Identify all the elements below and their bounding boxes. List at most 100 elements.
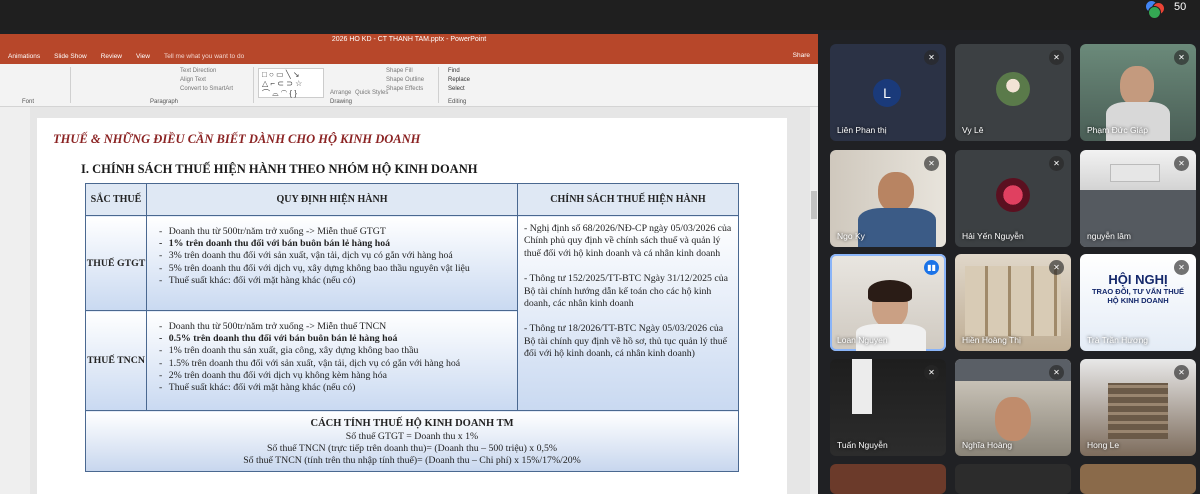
- slide-title: THUẾ & NHỮNG ĐIỀU CẦN BIẾT DÀNH CHO HỘ K…: [53, 132, 421, 146]
- participant-name: Liên Phan thị: [837, 125, 887, 135]
- participant-name: Trà Trần Hương: [1087, 335, 1149, 345]
- mic-off-icon: ✕: [924, 156, 939, 171]
- participant-tile[interactable]: ✕ Hong Le: [1080, 359, 1196, 456]
- shape-fill-button[interactable]: Shape Fill: [386, 68, 413, 74]
- tell-me-search[interactable]: Tell me what you want to do: [164, 53, 244, 60]
- list-item: 5% trên doanh thu đối với dịch vụ, xây d…: [159, 263, 513, 275]
- participant-tile[interactable]: [1080, 464, 1196, 494]
- list-item: 1.5% trên doanh thu đối với sản xuất, vậ…: [159, 358, 513, 370]
- shared-screen-powerpoint: 2026 HO KD - CT THANH TAM.pptx - PowerPo…: [0, 34, 818, 494]
- ribbon-group-paragraph: Paragraph: [150, 99, 179, 105]
- text-direction-button[interactable]: Text Direction: [180, 68, 216, 74]
- shape-effects-button[interactable]: Shape Effects: [386, 86, 423, 92]
- participant-name: Loan Nguyen: [837, 335, 888, 345]
- row-label-tncn: THUẾ TNCN: [85, 310, 147, 411]
- shapes-gallery[interactable]: □ ○ ▭ ╲ ↘ △ ⌐ ⊂ ⊃ ☆ ⌒ ⌓ ◠ { }: [258, 68, 324, 98]
- participant-name: Nghĩa Hoàng: [962, 440, 1013, 450]
- participant-name: nguyễn lâm: [1087, 231, 1131, 241]
- avatar: [1148, 6, 1161, 19]
- window-titlebar: 2026 HO KD - CT THANH TAM.pptx - PowerPo…: [0, 34, 818, 49]
- policy-item: Thông tư 152/2025/TT-BTC Ngày 31/12/2025…: [524, 273, 732, 310]
- ribbon-group-font: Font: [22, 99, 35, 105]
- ribbon-divider: [253, 67, 254, 103]
- participant-tile[interactable]: ✕ Nghĩa Hoàng: [955, 359, 1071, 456]
- list-item: 1% trên doanh thu đối với bán buôn bán l…: [159, 238, 513, 250]
- list-item: Thuế suất khác: đối với mặt hàng khác (n…: [159, 382, 513, 394]
- scrollbar-thumb[interactable]: [811, 191, 817, 219]
- participant-tile[interactable]: ✕ Phạm Đức Giáp: [1080, 44, 1196, 141]
- participant-name: Hiền Hoàng Thị: [962, 335, 1021, 345]
- quick-styles-button[interactable]: Quick Styles: [355, 90, 388, 96]
- avatar: [996, 72, 1030, 106]
- participant-name: Tuấn Nguyễn: [837, 440, 888, 450]
- tab-slide-show[interactable]: Slide Show: [54, 53, 87, 60]
- replace-button[interactable]: Replace: [448, 77, 470, 83]
- participant-tile[interactable]: [955, 464, 1071, 494]
- convert-smartart-button[interactable]: Convert to SmartArt: [180, 86, 233, 92]
- avatar: [996, 178, 1030, 212]
- participant-video: [1110, 164, 1160, 182]
- document-title: 2026 HO KD - CT THANH TAM.pptx - PowerPo…: [331, 36, 487, 43]
- align-text-button[interactable]: Align Text: [180, 77, 206, 83]
- participant-video: [1108, 383, 1168, 439]
- poster: HỘI NGHỊ TRAO ĐỔI, TƯ VẤN THUẾ HỘ KINH D…: [1086, 272, 1190, 305]
- participant-tile[interactable]: ✕ nguyễn lâm: [1080, 150, 1196, 247]
- participant-video: [1106, 102, 1170, 141]
- table-row: THUẾ GTGT Doanh thu từ 500tr/năm trở xuố…: [85, 215, 739, 411]
- ribbon-group-editing: Editing: [448, 99, 467, 105]
- slide-canvas[interactable]: THUẾ & NHỮNG ĐIỀU CẦN BIẾT DÀNH CHO HỘ K…: [37, 118, 787, 494]
- poster-title: HỘI NGHỊ: [1108, 272, 1168, 287]
- select-button[interactable]: Select: [448, 86, 465, 92]
- shape-outline-button[interactable]: Shape Outline: [386, 77, 424, 83]
- find-button[interactable]: Find: [448, 68, 460, 74]
- formula-line: Số thuế TNCN (trực tiếp trên doanh thu)=…: [266, 443, 558, 454]
- policy-item: Nghị định số 68/2026/NĐ-CP ngày 05/03/20…: [524, 223, 732, 260]
- meeting-top-bar: 50: [0, 0, 1200, 30]
- participant-tile[interactable]: L ✕ Liên Phan thị: [830, 44, 946, 141]
- formula-line: Số thuế TNCN (tính trên thu nhập tính th…: [243, 455, 581, 466]
- share-button[interactable]: Share: [793, 52, 810, 59]
- participant-video: [995, 397, 1031, 441]
- arrange-button[interactable]: Arrange: [330, 90, 351, 96]
- participant-tile-active-speaker[interactable]: ▮▮ Loan Nguyen: [830, 254, 946, 351]
- participant-tile[interactable]: HỘI NGHỊ TRAO ĐỔI, TƯ VẤN THUẾ HỘ KINH D…: [1080, 254, 1196, 351]
- list-item: 1% trên doanh thu sản xuất, gia công, xâ…: [159, 345, 513, 357]
- participant-tile[interactable]: ✕ Vy Lê: [955, 44, 1071, 141]
- policy-item: Thông tư 18/2026/TT-BTC Ngày 05/03/2026 …: [524, 323, 732, 360]
- speaking-indicator-icon: ▮▮: [924, 260, 939, 275]
- ribbon: Font Text Direction Align Text Convert t…: [0, 64, 818, 107]
- tax-policy-table: SẮC THUẾ QUY ĐỊNH HIỆN HÀNH CHÍNH SÁCH T…: [85, 183, 739, 472]
- ribbon-divider: [438, 67, 439, 103]
- list-item: Doanh thu từ 500tr/năm trở xuống -> Miễn…: [159, 226, 513, 238]
- participant-count: 50: [1174, 1, 1187, 13]
- tab-animations[interactable]: Animations: [8, 53, 40, 60]
- participant-name: Ngo Ky: [837, 231, 865, 241]
- mic-off-icon: ✕: [1049, 156, 1064, 171]
- table-header-row: SẮC THUẾ QUY ĐỊNH HIỆN HÀNH CHÍNH SÁCH T…: [85, 183, 739, 216]
- participant-tile[interactable]: ✕ Ngo Ky: [830, 150, 946, 247]
- formula-cell: CÁCH TÍNH THUẾ HỘ KINH DOANH TM Số thuế …: [85, 410, 739, 472]
- participant-name: Hong Le: [1087, 440, 1120, 450]
- participant-tile[interactable]: [830, 464, 946, 494]
- vertical-scrollbar[interactable]: [810, 107, 818, 494]
- mic-off-icon: ✕: [1174, 260, 1189, 275]
- ribbon-group-drawing: Drawing: [330, 99, 353, 105]
- gtgt-regulations: Doanh thu từ 500tr/năm trở xuống -> Miễn…: [146, 215, 518, 311]
- participant-tile[interactable]: ✕ Hải Yến Nguyễn: [955, 150, 1071, 247]
- avatar: L: [873, 79, 901, 107]
- participant-tile[interactable]: ✕ Hiền Hoàng Thị: [955, 254, 1071, 351]
- tab-review[interactable]: Review: [101, 53, 122, 60]
- tab-view[interactable]: View: [136, 53, 150, 60]
- participant-avatars[interactable]: [1145, 0, 1169, 19]
- participant-video: [1120, 66, 1154, 106]
- mic-off-icon: ✕: [924, 50, 939, 65]
- list-item: Thuế suất khác: đối với mặt hàng khác (n…: [159, 275, 513, 287]
- participant-video: [878, 172, 914, 212]
- participant-video: [868, 280, 912, 302]
- list-item: Doanh thu từ 500tr/năm trở xuống -> Miễn…: [159, 321, 513, 333]
- participant-tile[interactable]: ✕ Tuấn Nguyễn: [830, 359, 946, 456]
- participant-name: Phạm Đức Giáp: [1087, 125, 1148, 135]
- policy-cell: Nghị định số 68/2026/NĐ-CP ngày 05/03/20…: [517, 215, 739, 411]
- thumbnail-pane[interactable]: [0, 107, 30, 494]
- mic-off-icon: ✕: [1049, 260, 1064, 275]
